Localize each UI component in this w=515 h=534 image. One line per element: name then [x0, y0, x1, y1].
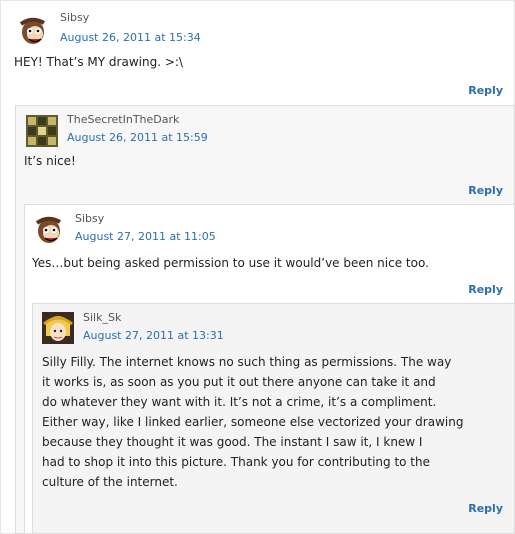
reply-button[interactable]: Reply [468, 184, 503, 197]
comment-author[interactable]: Sibsy [75, 212, 104, 225]
comment-text-line: because they thought it was good. The in… [42, 435, 423, 449]
avatar[interactable] [34, 213, 66, 245]
comment-text-line: do whatever they want with it. It’s not … [42, 395, 437, 409]
comment-author[interactable]: Silk_Sk [83, 311, 121, 324]
reply-button[interactable]: Reply [468, 283, 503, 296]
comment-text: Yes…but being asked permission to use it… [32, 256, 429, 270]
comment-date-link[interactable]: August 26, 2011 at 15:59 [67, 131, 208, 144]
comment-text-line: Either way, like I linked earlier, someo… [42, 415, 464, 429]
comment-date-link[interactable]: August 27, 2011 at 13:31 [83, 329, 224, 342]
comment-text-block: Silly Filly. The internet knows no such … [42, 352, 512, 492]
reply-button[interactable]: Reply [468, 502, 503, 515]
comment-date-link[interactable]: August 27, 2011 at 11:05 [75, 230, 216, 243]
cartoon-monkey-icon [34, 213, 66, 245]
comment-author[interactable]: Sibsy [60, 11, 89, 24]
comment-text-line: it works is, as soon as you put it out t… [42, 375, 436, 389]
reply-button[interactable]: Reply [468, 84, 503, 97]
comment-text-line: had to shop it into this picture. Thank … [42, 455, 430, 469]
comment-text-line: Silly Filly. The internet knows no such … [42, 355, 452, 369]
avatar[interactable] [26, 115, 58, 147]
avatar[interactable] [42, 312, 74, 344]
pattern-icon [26, 115, 58, 147]
avatar[interactable] [18, 14, 50, 46]
comment-text: HEY! That’s MY drawing. >:\ [14, 55, 183, 69]
anime-character-icon [42, 312, 74, 344]
comment-date-link[interactable]: August 26, 2011 at 15:34 [60, 31, 201, 44]
comment-text: It’s nice! [24, 154, 76, 168]
cartoon-monkey-icon [18, 14, 50, 46]
comment-text-line: culture of the internet. [42, 475, 178, 489]
comment-author[interactable]: TheSecretInTheDark [67, 113, 179, 126]
